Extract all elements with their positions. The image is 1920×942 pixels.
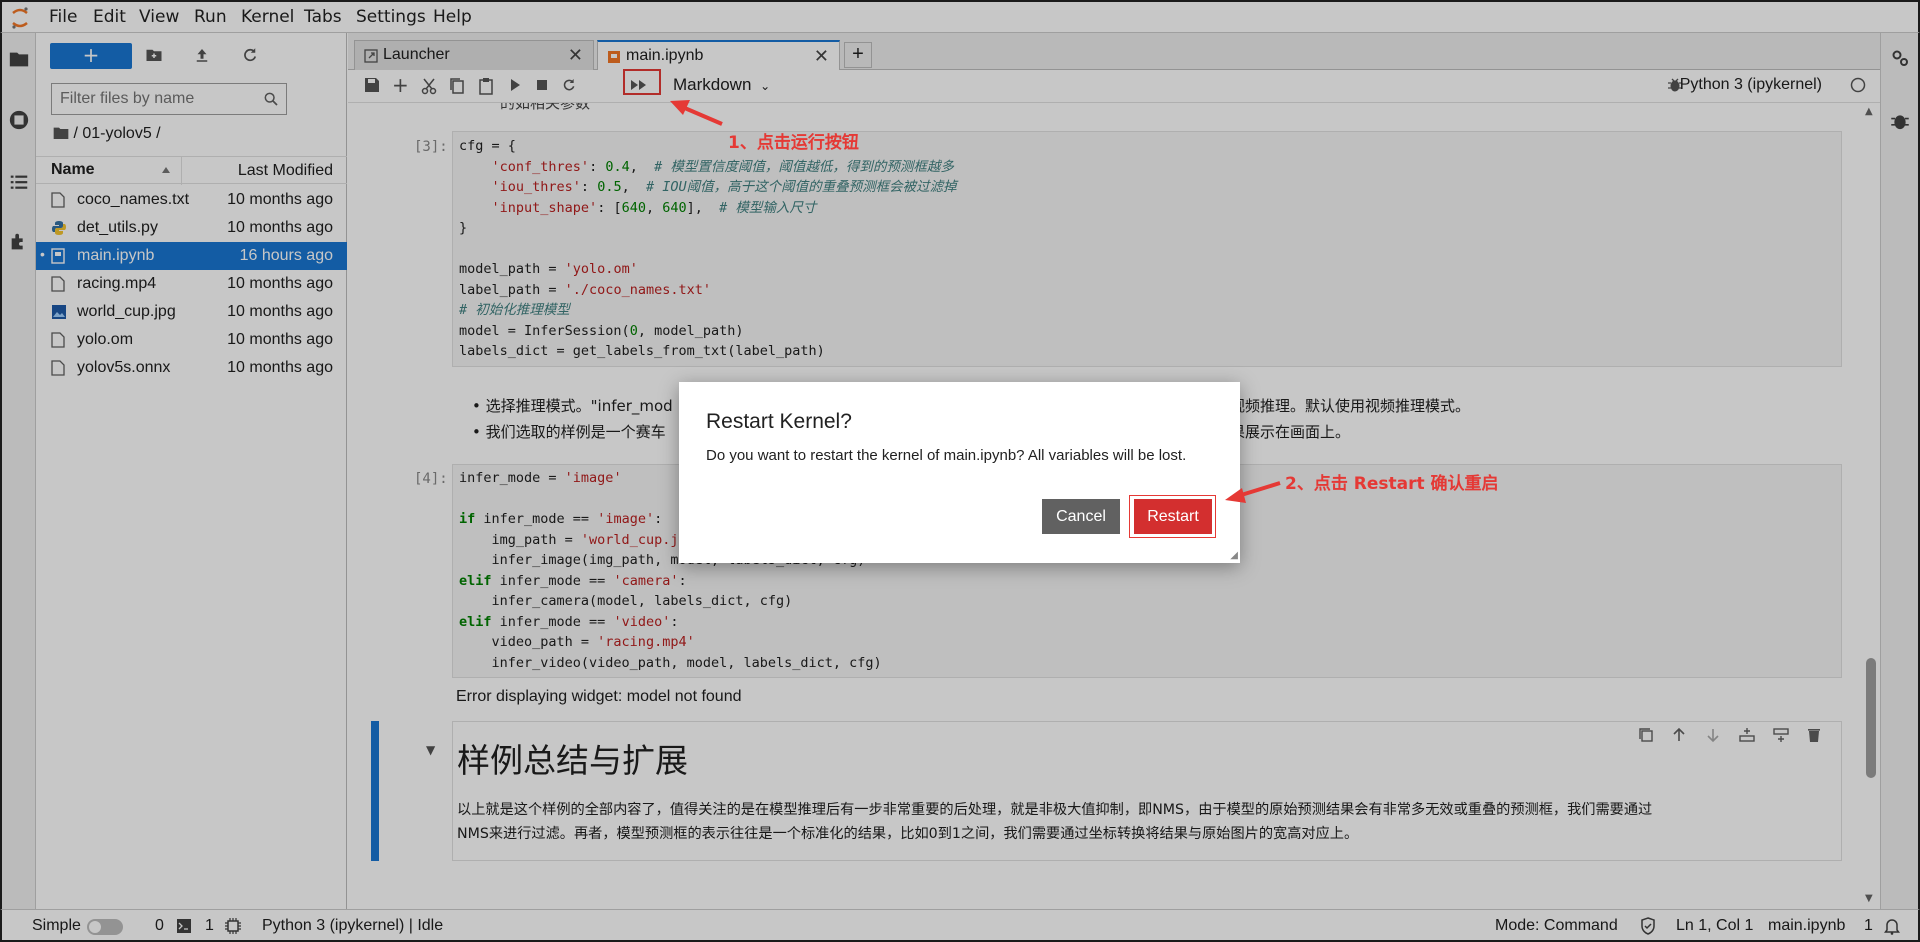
annotation-step1: 1、点击运行按钮 [728,133,859,153]
annotation-arrow-2 [1225,481,1281,503]
annotation-arrows [670,100,1281,503]
annotation-arrow-1 [670,100,723,126]
annotation-step2: 2、点击 Restart 确认重启 [1285,474,1499,494]
